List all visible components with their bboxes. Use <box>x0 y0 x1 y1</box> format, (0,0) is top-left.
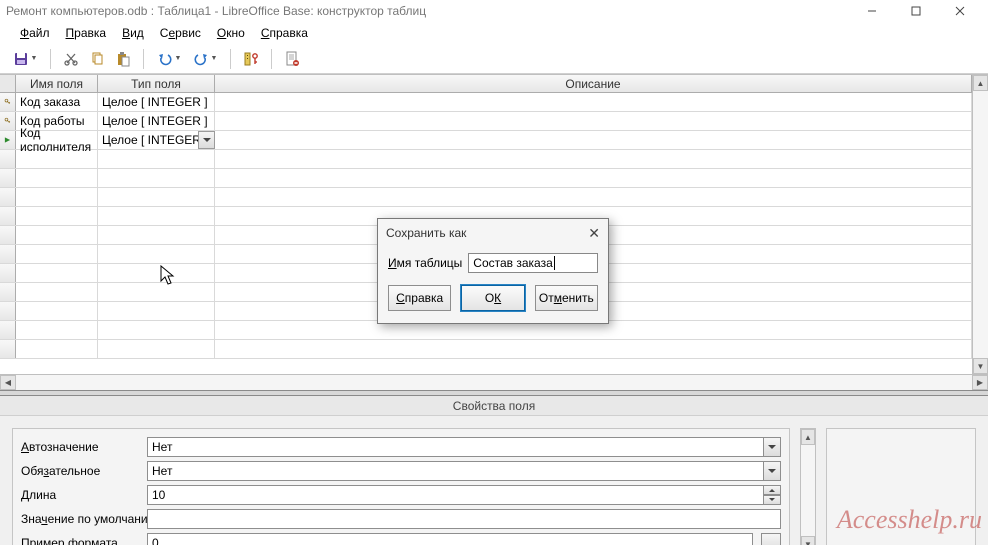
scroll-right-button[interactable]: ▶ <box>972 375 988 390</box>
field-default-value[interactable] <box>147 509 781 529</box>
table-row[interactable]: Код исполнителя Целое [ INTEGER ] <box>0 131 972 150</box>
spin-up-button[interactable] <box>763 485 781 495</box>
row-header-corner[interactable] <box>0 75 16 92</box>
chevron-down-icon[interactable] <box>763 461 781 481</box>
toolbar-save-dropdown[interactable]: ▼ <box>8 47 42 71</box>
toolbar-index-design[interactable] <box>280 47 304 71</box>
window-title: Ремонт компьютеров.odb : Таблица1 - Libr… <box>6 4 850 18</box>
label-length: Длина <box>21 488 141 502</box>
toolbar-cut[interactable] <box>59 47 83 71</box>
header-field-name[interactable]: Имя поля <box>16 75 98 92</box>
properties-panel: Автозначение Нет Обязательное Нет Длина … <box>0 416 988 545</box>
menu-help[interactable]: Справка <box>253 23 316 43</box>
header-field-type[interactable]: Тип поля <box>98 75 215 92</box>
properties-scrollbar[interactable]: ▲ ▼ <box>800 428 816 545</box>
toolbar-copy[interactable] <box>85 47 109 71</box>
label-default-value: Значение по умолчанию <box>21 512 141 526</box>
document-index-icon <box>284 51 300 67</box>
table-row-empty[interactable] <box>0 169 972 188</box>
label-format-example: Пример формата <box>21 536 141 545</box>
dialog-ok-button[interactable]: ОК <box>461 285 524 311</box>
key-icon <box>4 116 11 126</box>
chevron-down-icon[interactable] <box>763 437 781 457</box>
field-required[interactable]: Нет <box>147 461 781 481</box>
cell-field-type-dropdown[interactable]: Целое [ INTEGER ] <box>98 131 215 149</box>
input-table-name[interactable]: Состав заказа <box>468 253 598 273</box>
properties-description <box>826 428 976 545</box>
scroll-up-button[interactable]: ▲ <box>973 75 988 91</box>
save-icon <box>13 51 29 67</box>
spin-down-button[interactable] <box>763 495 781 505</box>
properties-title: Свойства поля <box>0 396 988 416</box>
key-icon <box>4 97 11 107</box>
title-bar: Ремонт компьютеров.odb : Таблица1 - Libr… <box>0 0 988 22</box>
menu-window[interactable]: Окно <box>209 23 253 43</box>
toolbar-paste[interactable] <box>111 47 135 71</box>
save-as-dialog: Сохранить как ✕ Имя таблицы Состав заказ… <box>377 218 609 324</box>
table-row[interactable]: Код работы Целое [ INTEGER ] <box>0 112 972 131</box>
cell-description[interactable] <box>215 131 972 149</box>
dialog-help-button[interactable]: Справка <box>388 285 451 311</box>
header-description[interactable]: Описание <box>215 75 972 92</box>
table-row-empty[interactable] <box>0 340 972 359</box>
field-format-example[interactable]: 0 <box>147 533 753 545</box>
scissors-icon <box>63 51 79 67</box>
dialog-title: Сохранить как <box>386 226 466 240</box>
toolbar-redo-dropdown[interactable]: ▼ <box>188 47 222 71</box>
vertical-scrollbar[interactable]: ▲ ▼ <box>972 75 988 374</box>
copy-icon <box>89 51 105 67</box>
label-required: Обязательное <box>21 464 141 478</box>
undo-icon <box>157 51 173 67</box>
redo-icon <box>193 51 209 67</box>
label-table-name: Имя таблицы <box>388 256 462 270</box>
table-row-empty[interactable] <box>0 150 972 169</box>
minimize-button[interactable] <box>850 0 894 22</box>
scroll-down-button[interactable]: ▼ <box>801 536 815 545</box>
table-row[interactable]: Код заказа Целое [ INTEGER ] <box>0 93 972 112</box>
close-button[interactable] <box>938 0 982 22</box>
toolbar-undo-dropdown[interactable]: ▼ <box>152 47 186 71</box>
maximize-button[interactable] <box>894 0 938 22</box>
menu-edit[interactable]: Правка <box>58 23 115 43</box>
menu-file[interactable]: Файл <box>12 23 58 43</box>
menu-service[interactable]: Сервис <box>152 23 209 43</box>
cell-field-name[interactable]: Код исполнителя <box>16 131 98 149</box>
cell-field-type[interactable]: Целое [ INTEGER ] <box>98 112 215 130</box>
table-row-empty[interactable] <box>0 188 972 207</box>
toolbar: ▼ ▼ ▼ <box>0 44 988 74</box>
toolbar-primary-key[interactable] <box>239 47 263 71</box>
menu-view[interactable]: Вид <box>114 23 152 43</box>
cell-field-name[interactable]: Код заказа <box>16 93 98 111</box>
chevron-down-icon[interactable] <box>198 131 215 149</box>
horizontal-scrollbar[interactable]: ◀ ▶ <box>0 374 988 390</box>
label-auto-value: Автозначение <box>21 440 141 454</box>
dialog-close-button[interactable]: ✕ <box>588 225 600 242</box>
cell-field-type[interactable]: Целое [ INTEGER ] <box>98 93 215 111</box>
scroll-up-button[interactable]: ▲ <box>801 429 815 445</box>
field-length[interactable]: 10 <box>147 485 781 505</box>
cell-description[interactable] <box>215 112 972 130</box>
cell-description[interactable] <box>215 93 972 111</box>
scroll-left-button[interactable]: ◀ <box>0 375 16 390</box>
dialog-cancel-button[interactable]: Отменить <box>535 285 598 311</box>
field-auto-value[interactable]: Нет <box>147 437 781 457</box>
grid-header-row: Имя поля Тип поля Описание <box>0 75 972 93</box>
paste-icon <box>115 51 131 67</box>
format-browse-button[interactable]: … <box>761 533 781 545</box>
key-column-icon <box>243 51 259 67</box>
menu-bar: Файл Правка Вид Сервис Окно Справка <box>0 22 988 44</box>
current-row-icon <box>4 136 11 144</box>
scroll-down-button[interactable]: ▼ <box>973 358 988 374</box>
